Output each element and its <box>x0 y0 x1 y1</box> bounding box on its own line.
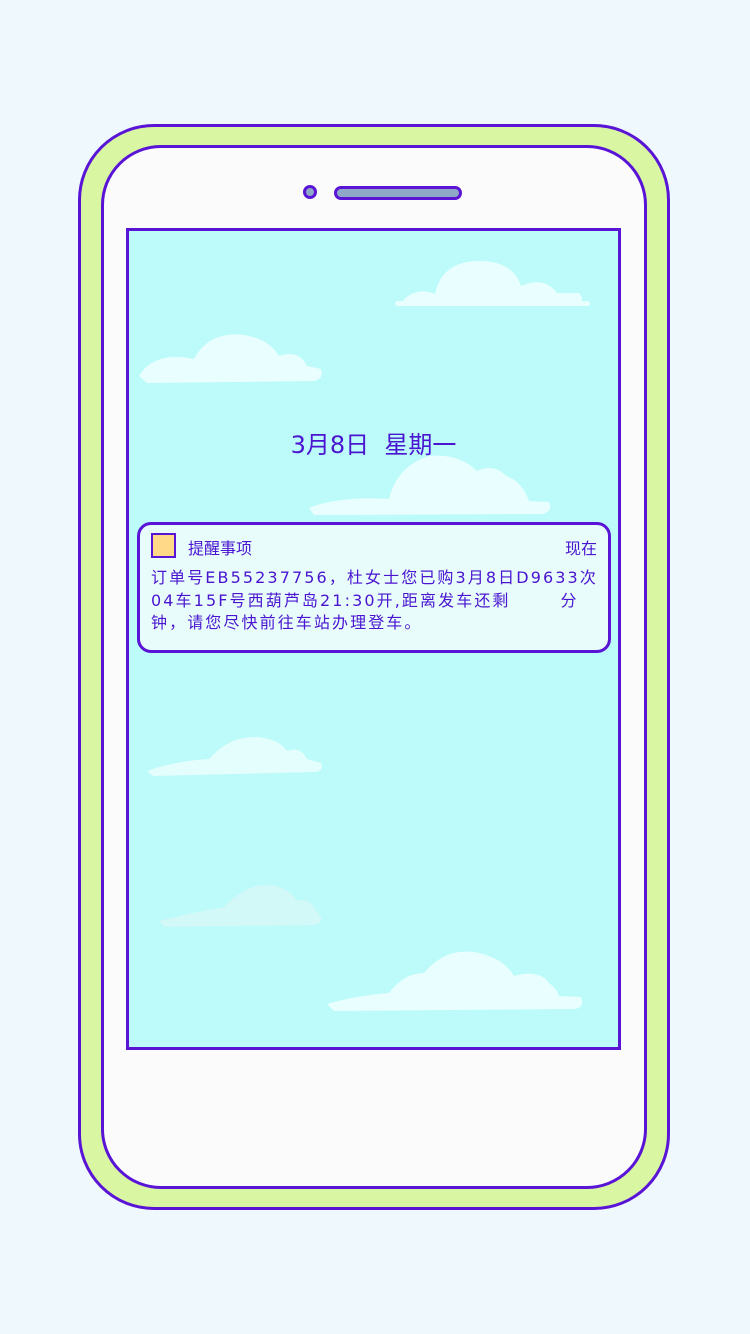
earpiece-speaker-icon <box>334 186 462 200</box>
lock-screen-date: 3月8日 星期一 <box>129 425 618 460</box>
cloud-icon <box>139 334 322 383</box>
lock-screen: 3月8日 星期一 提醒事项 现在 订单号EB55237756，杜女士您已购3月8… <box>126 228 621 1050</box>
cloud-icon <box>159 884 322 927</box>
cloud-icon <box>147 736 322 776</box>
cloud-icon <box>327 951 583 1011</box>
notification-app-name: 提醒事项 <box>188 539 253 558</box>
notification-time: 现在 <box>564 539 597 558</box>
date-text: 3月8日 <box>290 431 370 459</box>
reminders-app-icon <box>151 533 176 558</box>
front-camera-icon <box>303 185 317 199</box>
reminder-notification[interactable]: 提醒事项 现在 订单号EB55237756，杜女士您已购3月8日D9633次04… <box>137 522 611 653</box>
notification-message: 订单号EB55237756，杜女士您已购3月8日D9633次04车15F号西葫芦… <box>151 567 601 635</box>
notification-message-part1: 订单号EB55237756，杜女士您已购3月8日D9633次04车15F号西葫芦… <box>151 568 598 610</box>
cloud-icon <box>309 455 551 515</box>
weekday-text: 星期一 <box>384 431 457 459</box>
cloud-icon <box>395 261 590 306</box>
